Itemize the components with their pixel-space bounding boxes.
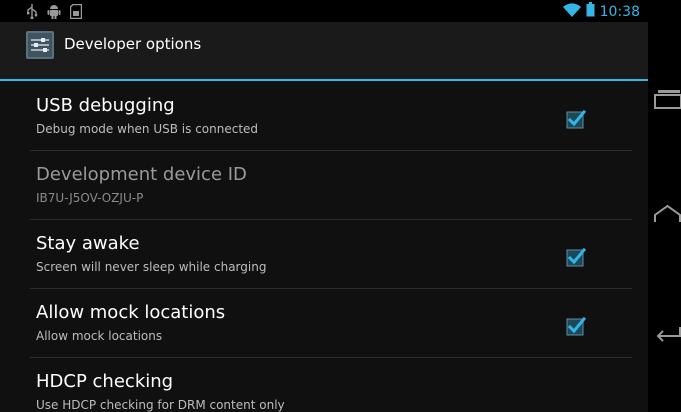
- pref-summary: Screen will never sleep while charging: [36, 260, 267, 274]
- pref-title: USB debugging: [36, 95, 175, 116]
- usb-debugging-checkbox[interactable]: [566, 108, 588, 130]
- pref-title: HDCP checking: [36, 371, 174, 392]
- recent-apps-icon[interactable]: [654, 88, 681, 114]
- pref-title: Stay awake: [36, 233, 140, 254]
- sd-card-icon: [69, 3, 83, 23]
- notification-icons: [26, 3, 83, 23]
- pref-usb-debugging[interactable]: USB debugging Debug mode when USB is con…: [0, 82, 648, 151]
- pref-allow-mock-locations[interactable]: Allow mock locations Allow mock location…: [0, 289, 648, 358]
- android-debug-icon: [47, 3, 61, 23]
- pref-development-device-id: Development device ID IB7U-J5OV-OZJU-P: [0, 151, 648, 220]
- status-bar: 10:38: [0, 0, 648, 22]
- home-icon[interactable]: [654, 202, 681, 228]
- clock: 10:38: [599, 3, 640, 20]
- pref-hdcp-checking[interactable]: HDCP checking Use HDCP checking for DRM …: [0, 358, 648, 412]
- pref-summary: Allow mock locations: [36, 329, 163, 343]
- system-icons: 10:38: [562, 2, 640, 21]
- pref-summary: Use HDCP checking for DRM content only: [36, 398, 285, 412]
- pref-summary: Debug mode when USB is connected: [36, 122, 259, 136]
- stay-awake-checkbox[interactable]: [566, 246, 588, 268]
- pref-summary: IB7U-J5OV-OZJU-P: [36, 191, 144, 205]
- page-title: Developer options: [64, 35, 202, 53]
- developer-options-settings-icon[interactable]: [26, 31, 54, 59]
- pref-title: Development device ID: [36, 164, 247, 185]
- wifi-icon: [562, 2, 581, 21]
- pref-title: Allow mock locations: [36, 302, 226, 323]
- mock-locations-checkbox[interactable]: [566, 315, 588, 337]
- pref-stay-awake[interactable]: Stay awake Screen will never sleep while…: [0, 220, 648, 289]
- android-screen: 10:38 Developer options USB debugging De…: [0, 0, 648, 412]
- action-bar-divider: [0, 79, 648, 81]
- battery-icon: [586, 2, 595, 21]
- back-icon[interactable]: [654, 322, 681, 348]
- usb-icon: [26, 3, 38, 23]
